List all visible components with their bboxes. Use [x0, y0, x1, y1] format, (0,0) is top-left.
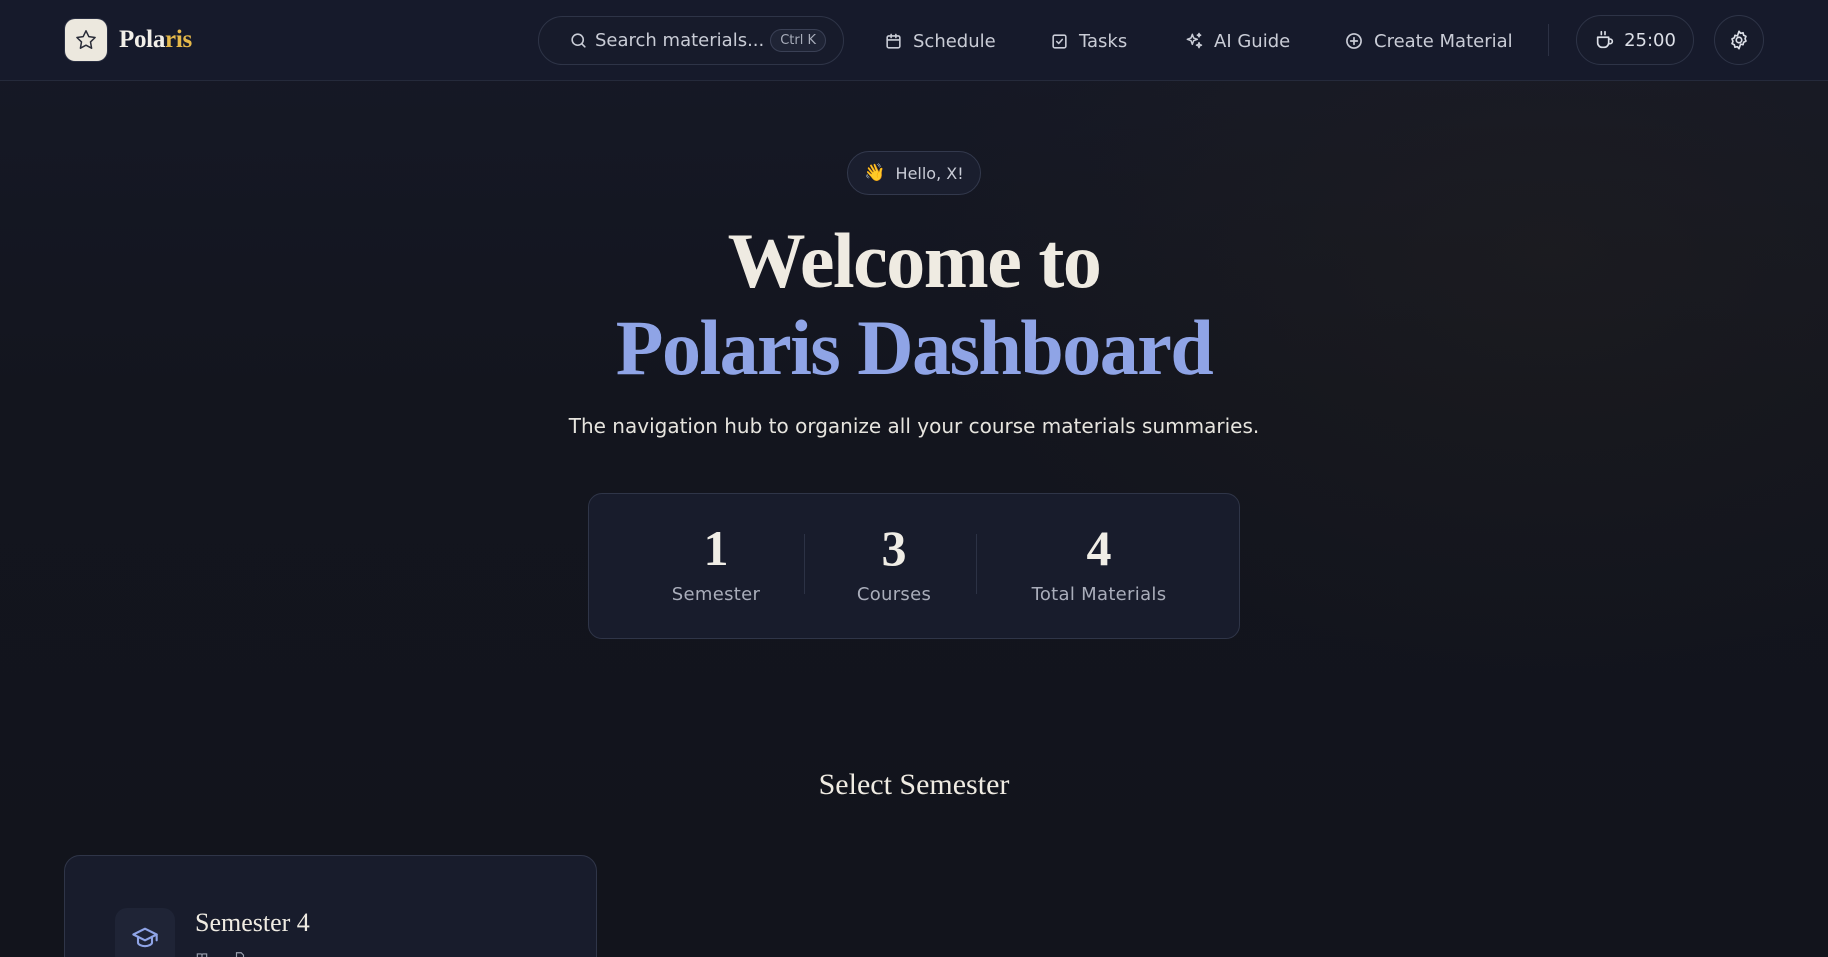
plus-circle-icon	[1344, 31, 1364, 51]
file-icon	[233, 951, 253, 957]
star-icon	[65, 19, 107, 61]
pomodoro-timer-button[interactable]: 25:00	[1576, 15, 1694, 65]
nav-ai-guide[interactable]: AI Guide	[1184, 26, 1290, 56]
page-title-line1: Welcome to	[727, 217, 1102, 304]
stat-label: Total Materials	[1031, 584, 1167, 605]
semester-name: Semester 4	[195, 908, 310, 937]
book-icon	[195, 951, 215, 957]
brand-name: Polaris	[119, 26, 192, 53]
stat-value: 1	[703, 520, 729, 576]
nav-create-material[interactable]: Create Material	[1344, 26, 1513, 56]
nav-tasks[interactable]: Tasks	[1050, 26, 1127, 56]
semester-card[interactable]: Semester 4	[64, 855, 597, 957]
settings-button[interactable]	[1714, 15, 1764, 65]
checkbox-icon	[1050, 32, 1069, 51]
stat-courses: 3 Courses	[819, 520, 969, 605]
page-title-accent: Polaris Dashboard	[615, 304, 1214, 391]
search-placeholder: Search materials...	[595, 30, 765, 51]
greeting-text: Hello, X!	[895, 163, 964, 183]
sparkles-icon	[1184, 31, 1204, 51]
stat-semester: 1 Semester	[641, 520, 791, 605]
nav-schedule[interactable]: Schedule	[884, 26, 996, 56]
graduation-cap-icon	[115, 908, 175, 957]
search-input[interactable]: Search materials... Ctrl K	[538, 16, 844, 65]
timer-value: 25:00	[1624, 29, 1676, 51]
search-shortcut-badge: Ctrl K	[770, 29, 827, 52]
calendar-icon	[884, 32, 903, 51]
page-subtitle: The navigation hub to organize all your …	[568, 414, 1260, 438]
stat-value: 3	[881, 520, 907, 576]
gear-icon	[1728, 29, 1750, 51]
stat-divider	[976, 534, 977, 594]
section-title: Select Semester	[818, 768, 1010, 801]
wave-emoji: 👋	[864, 163, 886, 183]
coffee-icon	[1594, 29, 1616, 51]
page-title-line2: Polaris Dashboard	[0, 304, 1828, 392]
search-icon	[569, 31, 588, 50]
stat-divider	[804, 534, 805, 594]
stat-total-materials: 4 Total Materials	[999, 520, 1199, 605]
nav-divider	[1548, 24, 1549, 56]
stat-value: 4	[1086, 520, 1112, 576]
stats-panel: 1 Semester 3 Courses 4 Total Materials	[588, 493, 1240, 639]
greeting-badge: 👋 Hello, X!	[847, 151, 981, 195]
stat-label: Courses	[856, 584, 932, 605]
nav-schedule-label: Schedule	[913, 30, 996, 52]
nav-tasks-label: Tasks	[1079, 30, 1128, 52]
semester-meta	[195, 951, 271, 957]
nav-create-material-label: Create Material	[1374, 30, 1513, 52]
stat-label: Semester	[671, 584, 761, 605]
brand[interactable]: Polaris	[65, 19, 192, 61]
nav-ai-guide-label: AI Guide	[1214, 30, 1291, 52]
top-navbar: Polaris Search materials... Ctrl K Sched…	[0, 0, 1828, 81]
